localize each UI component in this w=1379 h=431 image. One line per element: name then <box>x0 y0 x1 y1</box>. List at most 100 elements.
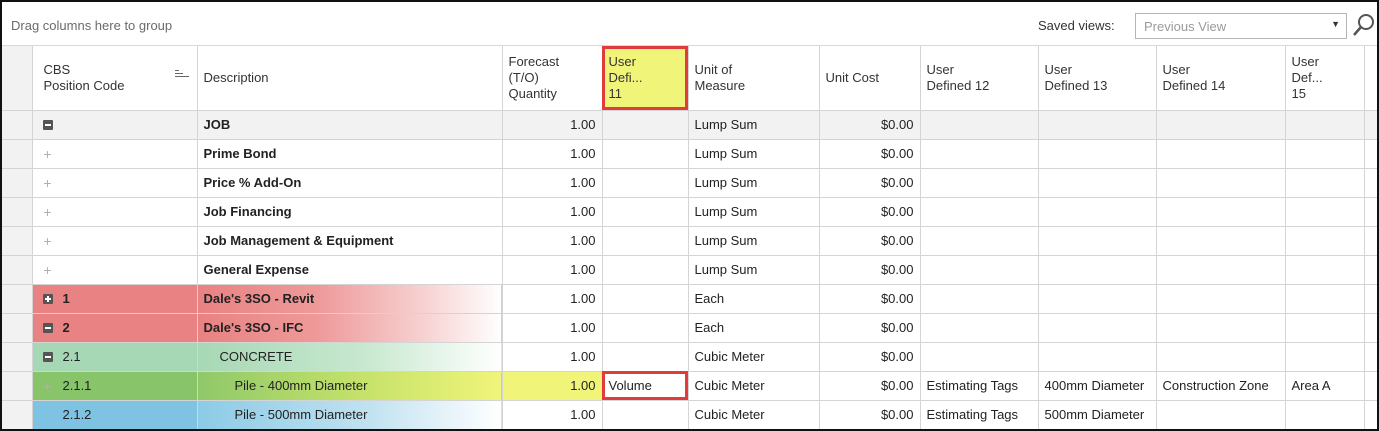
user-defined-14-cell[interactable] <box>1156 313 1286 343</box>
expand-icon[interactable] <box>42 293 53 304</box>
cbs-cell[interactable]: 1 <box>32 284 198 314</box>
table-row[interactable]: 2 Dale's 3SO - IFC 1.00 Each $0.00 <box>2 313 1377 343</box>
user-defined-15-cell[interactable] <box>1285 313 1365 343</box>
row-selector[interactable] <box>2 313 33 343</box>
table-row[interactable]: + Job Financing 1.00 Lump Sum $0.00 <box>2 197 1377 227</box>
forecast-cell[interactable]: 1.00 <box>502 139 603 169</box>
user-defined-13-cell[interactable]: 400mm Diameter <box>1038 371 1157 401</box>
unit-cost-cell[interactable]: $0.00 <box>819 255 921 285</box>
user-defined-13-cell[interactable]: 500mm Diameter <box>1038 400 1157 429</box>
forecast-cell[interactable]: 1.00 <box>502 226 603 256</box>
uom-cell[interactable]: Each <box>688 313 820 343</box>
expand-icon[interactable]: + <box>43 147 53 161</box>
uom-cell[interactable]: Lump Sum <box>688 197 820 227</box>
forecast-cell[interactable]: 1.00 <box>502 313 603 343</box>
collapse-icon[interactable] <box>42 351 53 362</box>
row-selector[interactable] <box>2 400 33 429</box>
description-cell[interactable]: Pile - 400mm Diameter <box>197 371 503 401</box>
row-selector[interactable] <box>2 197 33 227</box>
column-header-user-defined-14[interactable]: User Defined 14 <box>1156 46 1286 111</box>
collapse-icon[interactable] <box>42 119 53 130</box>
user-defined-14-cell[interactable] <box>1156 284 1286 314</box>
row-selector[interactable] <box>2 255 33 285</box>
uom-cell[interactable]: Each <box>688 284 820 314</box>
description-cell[interactable]: General Expense <box>197 255 503 285</box>
expand-icon[interactable]: + <box>43 176 53 190</box>
cbs-cell[interactable]: + <box>32 168 198 198</box>
description-cell[interactable]: JOB <box>197 110 503 140</box>
cbs-cell[interactable]: 2 <box>32 313 198 343</box>
sort-icon[interactable] <box>174 70 189 82</box>
user-defined-12-cell[interactable] <box>920 139 1039 169</box>
uom-cell[interactable]: Lump Sum <box>688 168 820 198</box>
user-defined-13-cell[interactable] <box>1038 168 1157 198</box>
expand-icon[interactable]: + <box>43 234 53 248</box>
user-defined-12-cell[interactable] <box>920 255 1039 285</box>
user-defined-11-cell[interactable] <box>602 226 689 256</box>
unit-cost-cell[interactable]: $0.00 <box>819 371 921 401</box>
unit-cost-cell[interactable]: $0.00 <box>819 400 921 429</box>
column-header-unit-cost[interactable]: Unit Cost <box>819 46 921 111</box>
user-defined-13-cell[interactable] <box>1038 284 1157 314</box>
user-defined-15-cell[interactable] <box>1285 226 1365 256</box>
user-defined-13-cell[interactable] <box>1038 139 1157 169</box>
table-row[interactable]: 2.1 CONCRETE 1.00 Cubic Meter $0.00 <box>2 342 1377 372</box>
forecast-cell[interactable]: 1.00 <box>502 284 603 314</box>
table-row[interactable]: + Prime Bond 1.00 Lump Sum $0.00 <box>2 139 1377 169</box>
column-header-user-defined-11[interactable]: User Defi... 11 <box>602 46 689 111</box>
description-cell[interactable]: CONCRETE <box>197 342 503 372</box>
table-row[interactable]: + General Expense 1.00 Lump Sum $0.00 <box>2 255 1377 285</box>
forecast-cell[interactable]: 1.00 <box>502 400 603 429</box>
unit-cost-cell[interactable]: $0.00 <box>819 284 921 314</box>
description-cell[interactable]: Dale's 3SO - IFC <box>197 313 503 343</box>
forecast-cell[interactable]: 1.00 <box>502 168 603 198</box>
user-defined-11-cell[interactable] <box>602 400 689 429</box>
forecast-cell[interactable]: 1.00 <box>502 197 603 227</box>
unit-cost-cell[interactable]: $0.00 <box>819 313 921 343</box>
user-defined-12-cell[interactable]: Estimating Tags <box>920 400 1039 429</box>
user-defined-13-cell[interactable] <box>1038 255 1157 285</box>
user-defined-15-cell[interactable] <box>1285 110 1365 140</box>
row-selector[interactable] <box>2 342 33 372</box>
user-defined-15-cell[interactable] <box>1285 197 1365 227</box>
user-defined-15-cell[interactable]: Area A <box>1285 371 1365 401</box>
user-defined-15-cell[interactable] <box>1285 342 1365 372</box>
user-defined-12-cell[interactable] <box>920 313 1039 343</box>
group-by-bar[interactable]: Drag columns here to group Saved views: … <box>2 2 1377 46</box>
uom-cell[interactable]: Lump Sum <box>688 110 820 140</box>
uom-cell[interactable]: Lump Sum <box>688 255 820 285</box>
user-defined-14-cell[interactable] <box>1156 226 1286 256</box>
user-defined-15-cell[interactable] <box>1285 400 1365 429</box>
user-defined-12-cell[interactable] <box>920 197 1039 227</box>
user-defined-11-cell[interactable] <box>602 255 689 285</box>
cbs-cell[interactable]: +2.1.1 <box>32 371 198 401</box>
column-header-unit-of-measure[interactable]: Unit of Measure <box>688 46 820 111</box>
user-defined-11-cell[interactable]: Volume <box>602 371 689 401</box>
uom-cell[interactable]: Cubic Meter <box>688 342 820 372</box>
row-selector[interactable] <box>2 284 33 314</box>
row-selector[interactable] <box>2 371 33 401</box>
unit-cost-cell[interactable]: $0.00 <box>819 168 921 198</box>
unit-cost-cell[interactable]: $0.00 <box>819 139 921 169</box>
column-header-cbs[interactable]: CBS Position Code <box>32 46 198 111</box>
user-defined-14-cell[interactable] <box>1156 139 1286 169</box>
user-defined-13-cell[interactable] <box>1038 197 1157 227</box>
user-defined-14-cell[interactable] <box>1156 168 1286 198</box>
user-defined-12-cell[interactable] <box>920 284 1039 314</box>
description-cell[interactable]: Job Management & Equipment <box>197 226 503 256</box>
unit-cost-cell[interactable]: $0.00 <box>819 110 921 140</box>
row-selector[interactable] <box>2 139 33 169</box>
user-defined-14-cell[interactable] <box>1156 110 1286 140</box>
expand-icon[interactable]: + <box>43 408 53 422</box>
table-row[interactable]: + Price % Add-On 1.00 Lump Sum $0.00 <box>2 168 1377 198</box>
user-defined-11-cell[interactable] <box>602 313 689 343</box>
row-selector[interactable] <box>2 168 33 198</box>
description-cell[interactable]: Price % Add-On <box>197 168 503 198</box>
cbs-cell[interactable] <box>32 110 198 140</box>
expand-icon[interactable]: + <box>43 263 53 277</box>
collapse-icon[interactable] <box>42 322 53 333</box>
user-defined-12-cell[interactable] <box>920 342 1039 372</box>
user-defined-11-cell[interactable] <box>602 139 689 169</box>
user-defined-14-cell[interactable] <box>1156 400 1286 429</box>
forecast-cell[interactable]: 1.00 <box>502 255 603 285</box>
